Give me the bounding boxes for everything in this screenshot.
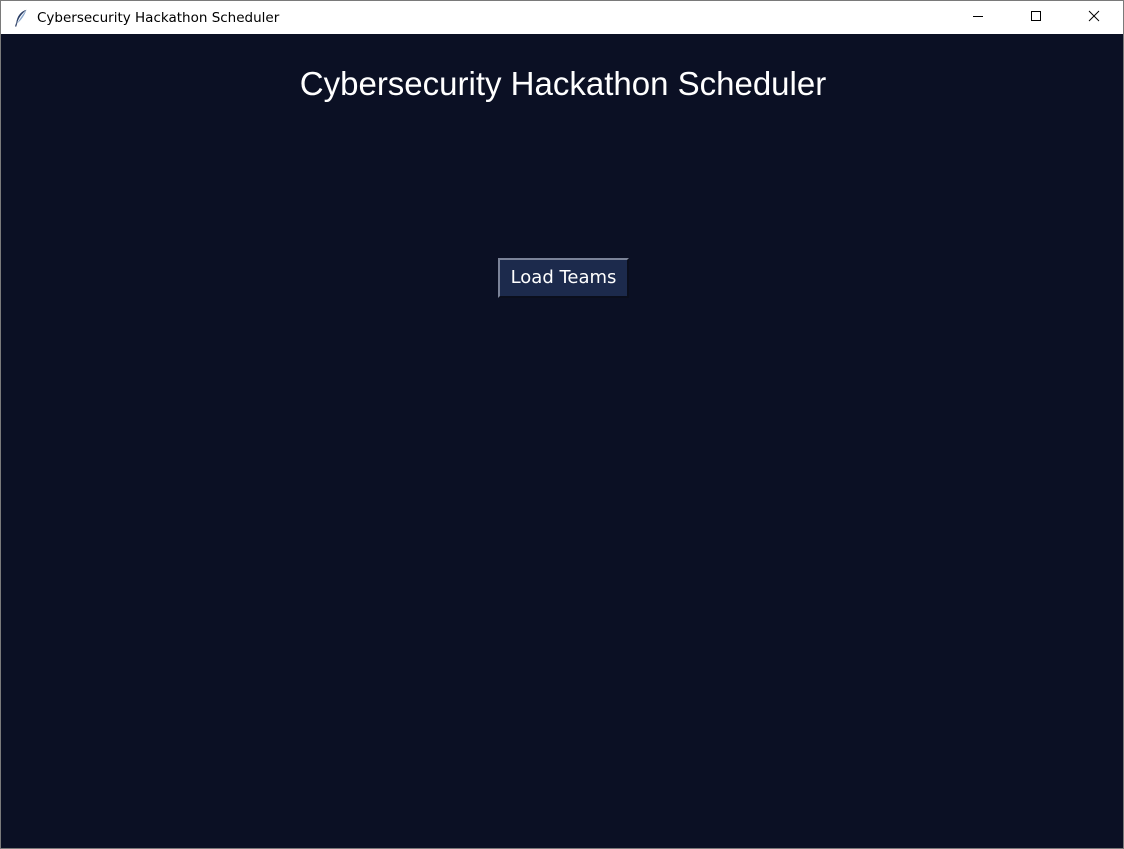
maximize-icon bbox=[1030, 9, 1042, 27]
feather-icon bbox=[13, 9, 29, 27]
page-title: Cybersecurity Hackathon Scheduler bbox=[299, 65, 827, 102]
main-content: Cybersecurity Hackathon Scheduler Load T… bbox=[1, 34, 1123, 848]
load-teams-button[interactable]: Load Teams bbox=[498, 258, 629, 298]
close-icon bbox=[1088, 9, 1100, 27]
minimize-icon bbox=[972, 9, 984, 27]
window-title: Cybersecurity Hackathon Scheduler bbox=[37, 9, 280, 26]
close-button[interactable] bbox=[1065, 1, 1123, 34]
title-bar[interactable]: Cybersecurity Hackathon Scheduler bbox=[1, 1, 1123, 34]
maximize-button[interactable] bbox=[1007, 1, 1065, 34]
minimize-button[interactable] bbox=[949, 1, 1007, 34]
app-window: Cybersecurity Hackathon Scheduler Cybers… bbox=[0, 0, 1124, 849]
window-controls bbox=[949, 1, 1123, 34]
